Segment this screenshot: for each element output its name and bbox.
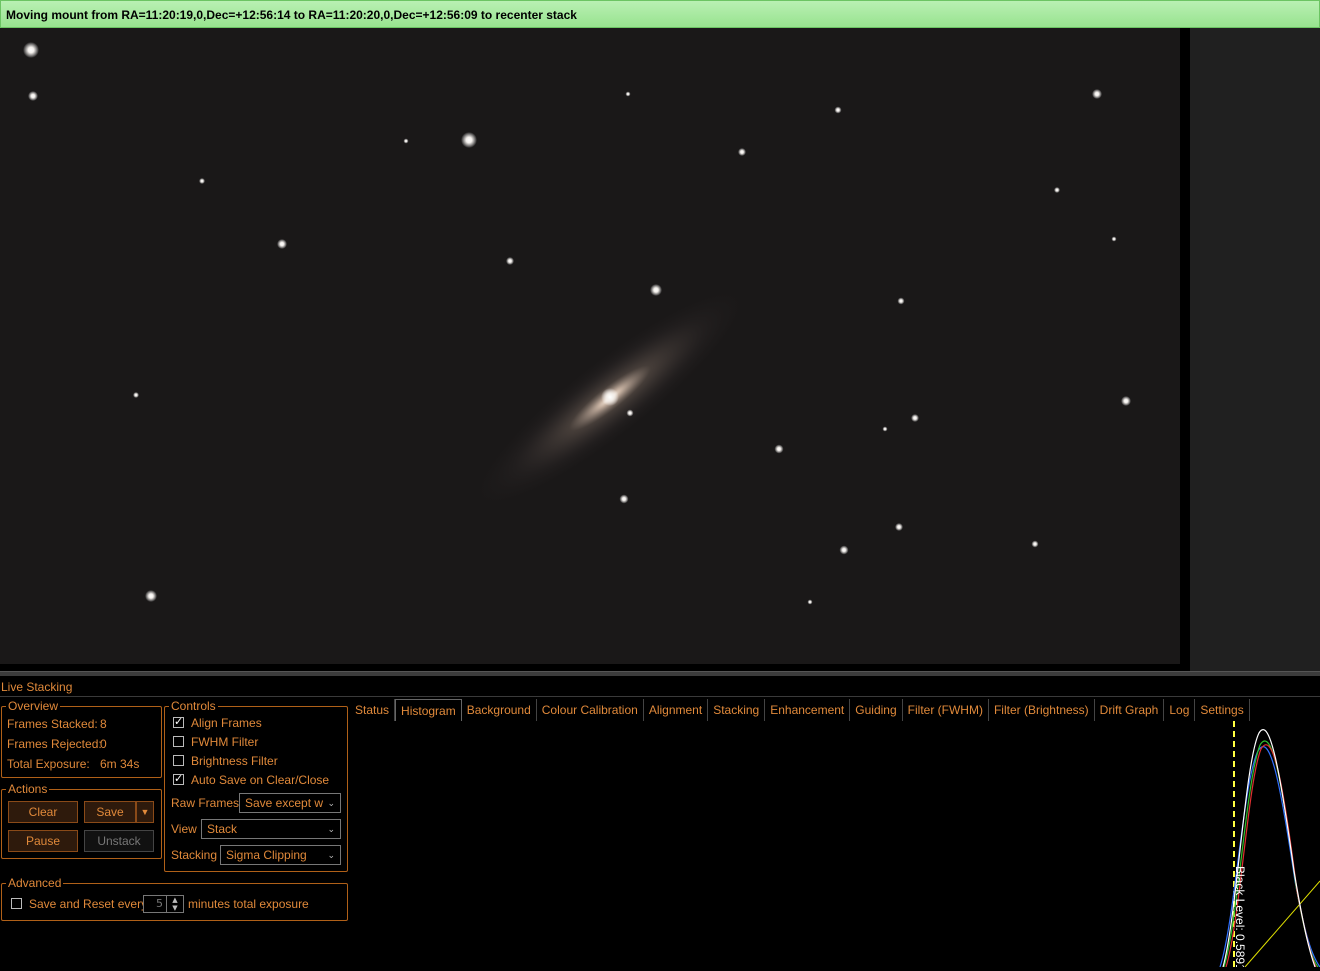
auto-save-label[interactable]: Auto Save on Clear/Close xyxy=(191,773,329,787)
minutes-value: 5 xyxy=(156,897,163,910)
raw-frames-label: Raw Frames xyxy=(171,796,240,810)
panel-title-divider xyxy=(0,696,1320,697)
save-reset-label[interactable]: Save and Reset every xyxy=(29,897,147,911)
astro-image xyxy=(23,42,1131,605)
brightness-filter-label[interactable]: Brightness Filter xyxy=(191,754,278,768)
image-viewer[interactable] xyxy=(0,28,1180,664)
save-reset-checkbox[interactable] xyxy=(11,898,22,909)
tab-background[interactable]: Background xyxy=(462,699,537,721)
star-field xyxy=(23,42,1131,605)
tab-enhancement[interactable]: Enhancement xyxy=(765,699,851,721)
unstack-button[interactable]: Unstack xyxy=(84,830,154,852)
side-pane xyxy=(1190,28,1320,671)
tab-status[interactable]: Status xyxy=(350,699,396,721)
chevron-down-icon: ⌄ xyxy=(327,798,335,808)
status-bar: Moving mount from RA=11:20:19,0,Dec=+12:… xyxy=(0,0,1320,28)
save-dropdown-button[interactable]: ▼ xyxy=(136,801,154,823)
tab-guiding[interactable]: Guiding xyxy=(850,699,903,721)
view-label: View xyxy=(171,822,197,836)
tab-alignment[interactable]: Alignment xyxy=(644,699,709,721)
view-select[interactable]: Stack ⌄ xyxy=(201,819,341,839)
total-exposure-value: 6m 34s xyxy=(100,757,140,771)
tab-colour-calibration[interactable]: Colour Calibration xyxy=(537,699,644,721)
align-frames-checkbox[interactable]: ✓ xyxy=(173,715,184,728)
stacking-value: Sigma Clipping xyxy=(226,848,307,862)
advanced-legend: Advanced xyxy=(8,876,62,890)
raw-frames-select[interactable]: Save except w ⌄ xyxy=(239,793,341,813)
chevron-down-icon: ▼ xyxy=(140,807,150,817)
frames-rejected-label: Frames Rejected: xyxy=(7,737,102,751)
check-icon: ✓ xyxy=(174,715,184,728)
raw-frames-value: Save except w xyxy=(245,796,324,810)
up-down-arrows-icon[interactable]: ▲ ▼ xyxy=(166,896,183,912)
minutes-spinner[interactable]: 5 ▲ ▼ xyxy=(143,895,184,913)
chevron-down-icon: ⌄ xyxy=(327,824,335,834)
save-button[interactable]: Save xyxy=(84,801,136,823)
frames-rejected-value: 0 xyxy=(100,737,107,751)
tab-stacking[interactable]: Stacking xyxy=(708,699,766,721)
panel-title: Live Stacking xyxy=(1,680,73,694)
brightness-filter-checkbox[interactable] xyxy=(173,755,184,766)
frames-stacked-value: 8 xyxy=(100,717,107,731)
histogram-panel[interactable]: Black Level: 0.5891 xyxy=(350,721,1320,971)
tab-filter-fwhm[interactable]: Filter (FWHM) xyxy=(903,699,989,721)
actions-legend: Actions xyxy=(8,782,48,796)
align-frames-label[interactable]: Align Frames xyxy=(191,716,262,730)
splitter[interactable] xyxy=(0,671,1320,676)
clear-button[interactable]: Clear xyxy=(8,801,78,823)
tab-bar: Status Histogram Background Colour Calib… xyxy=(350,699,1250,722)
frames-stacked-label: Frames Stacked: xyxy=(7,717,98,731)
overview-legend: Overview xyxy=(8,699,59,713)
minutes-suffix: minutes total exposure xyxy=(188,897,309,911)
chevron-down-icon: ⌄ xyxy=(327,850,335,860)
total-exposure-label: Total Exposure: xyxy=(7,757,90,771)
view-value: Stack xyxy=(207,822,238,836)
histogram-chart: Black Level: 0.5891 xyxy=(1219,721,1320,971)
auto-save-checkbox[interactable]: ✓ xyxy=(173,772,184,785)
controls-legend: Controls xyxy=(171,699,216,713)
fwhm-filter-label[interactable]: FWHM Filter xyxy=(191,735,258,749)
tab-histogram[interactable]: Histogram xyxy=(395,699,462,722)
status-message: Moving mount from RA=11:20:19,0,Dec=+12:… xyxy=(6,8,577,22)
check-icon: ✓ xyxy=(174,772,184,785)
black-level-label: Black Level: 0.5891 xyxy=(1233,866,1247,967)
stacking-label: Stacking xyxy=(171,848,218,862)
galaxy-core xyxy=(601,388,619,406)
fwhm-filter-checkbox[interactable] xyxy=(173,736,184,747)
tab-settings[interactable]: Settings xyxy=(1195,699,1250,721)
stretch-curve xyxy=(1244,880,1320,968)
pause-button[interactable]: Pause xyxy=(8,830,78,852)
stacking-select[interactable]: Sigma Clipping ⌄ xyxy=(220,845,341,865)
tab-filter-brightness[interactable]: Filter (Brightness) xyxy=(989,699,1095,721)
tab-log[interactable]: Log xyxy=(1164,699,1196,721)
tab-drift-graph[interactable]: Drift Graph xyxy=(1095,699,1165,721)
